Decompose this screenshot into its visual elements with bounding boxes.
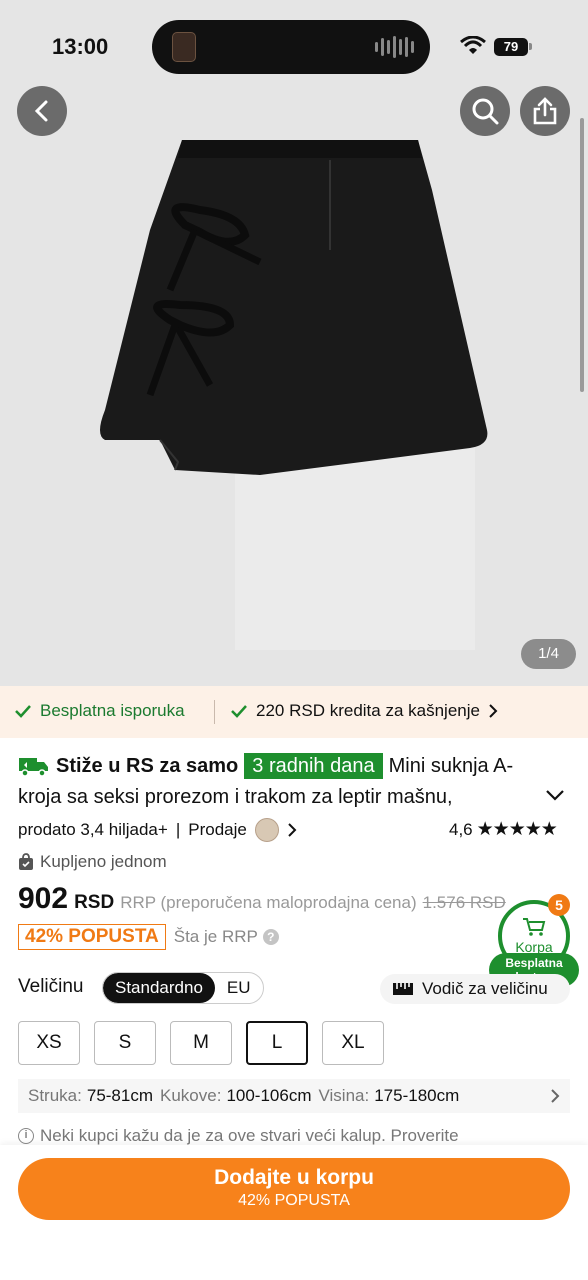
measurements-row[interactable]: Struka: 75-81cm Kukove: 100-106cm Visina… (18, 1079, 570, 1113)
expand-title-chevron-icon[interactable] (544, 788, 566, 802)
size-option-s[interactable]: S (94, 1021, 156, 1065)
shipping-prefix: Stiže u RS za samo (56, 755, 239, 777)
add-to-cart-button[interactable]: Dodajte u korpu 42% POPUSTA (18, 1158, 570, 1220)
scrollbar[interactable] (580, 118, 584, 392)
fit-note: i Neki kupci kažu da je za ove stvari ve… (18, 1126, 459, 1146)
image-counter: 1/4 (521, 639, 576, 669)
seller-label: Prodaje (188, 820, 247, 839)
search-icon (472, 98, 499, 125)
audio-wave-icon (375, 36, 414, 58)
fit-note-text: Neki kupci kažu da je za ove stvari veći… (40, 1126, 459, 1145)
size-option-l[interactable]: L (246, 1021, 308, 1065)
dynamic-island (152, 20, 430, 74)
discount-badge: 42% POPUSTA (18, 924, 166, 950)
wifi-icon (460, 36, 486, 54)
product-title-start: Mini suknja A- (388, 755, 514, 777)
waist-label: Struka: (28, 1086, 82, 1105)
waist-value: 75-81cm (86, 1086, 153, 1105)
add-to-cart-label: Dodajte u korpu (214, 1166, 374, 1189)
toggle-standard[interactable]: Standardno (103, 973, 215, 1003)
size-option-xs[interactable]: XS (18, 1021, 80, 1065)
share-button[interactable] (520, 86, 570, 136)
product-title-line-2: kroja sa seksi prorezom i trakom za lept… (18, 786, 453, 808)
check-icon (15, 705, 31, 718)
product-title-line-1: Stiže u RS za samo 3 radnih dana Mini su… (18, 751, 513, 781)
now-playing-artwork (172, 32, 196, 62)
search-button[interactable] (460, 86, 510, 136)
size-system-toggle[interactable]: Standardno EU (102, 972, 264, 1004)
delivery-truck-icon (19, 758, 48, 777)
cart-icon (523, 918, 546, 936)
rrp-info-link[interactable]: Šta je RRP ? (174, 927, 279, 947)
height-label: Visina: (318, 1086, 370, 1105)
size-option-m[interactable]: M (170, 1021, 232, 1065)
chevron-right-icon (551, 1089, 560, 1103)
chevron-right-icon (288, 823, 297, 837)
chevron-left-icon (34, 100, 48, 122)
discount-row: 42% POPUSTA Šta je RRP ? (18, 924, 279, 950)
size-guide-label: Vodič za veličinu (422, 979, 548, 998)
question-icon: ? (262, 929, 279, 945)
check-icon (231, 705, 247, 718)
rating[interactable]: 4,6 ★★★★★ (449, 818, 558, 841)
shipping-days-badge: 3 radnih dana (244, 753, 383, 779)
height-value: 175-180cm (374, 1086, 460, 1105)
sales-seller-row[interactable]: prodato 3,4 hiljada+ | Prodaje (18, 818, 297, 842)
size-label: Veličinu (18, 976, 84, 997)
price-row: 902 RSD RRP (preporučena maloprodajna ce… (18, 882, 506, 916)
share-icon (533, 97, 557, 125)
late-credit-benefit[interactable]: 220 RSD kredita za kašnjenje (230, 701, 498, 721)
battery-icon: 79 (494, 38, 528, 56)
cart-count-badge: 5 (548, 894, 570, 916)
back-button[interactable] (17, 86, 67, 136)
free-delivery-line1: Besplatna (505, 956, 563, 970)
separator: | (175, 820, 181, 839)
sold-count: prodato 3,4 hiljada+ (18, 820, 168, 839)
product-image-gallery[interactable]: 13:00 79 1/4 (0, 0, 588, 686)
rrp-info-label: Šta je RRP (173, 927, 258, 946)
free-shipping-label: Besplatna isporuka (40, 701, 185, 720)
toggle-eu[interactable]: EU (215, 973, 263, 1003)
chevron-right-icon (489, 704, 498, 718)
rrp-label: RRP (preporučena maloprodajna cena) (120, 893, 417, 912)
rating-value: 4,6 (449, 819, 473, 839)
price: 902 (18, 882, 69, 915)
info-icon: i (18, 1128, 34, 1144)
ruler-icon (393, 983, 413, 995)
status-time: 13:00 (52, 34, 109, 59)
size-option-xl[interactable]: XL (322, 1021, 384, 1065)
star-rating-icon: ★★★★★ (476, 819, 558, 840)
seller-avatar[interactable] (254, 818, 279, 842)
size-guide-button[interactable]: Vodič za veličinu (380, 974, 570, 1004)
size-options: XS S M L XL (18, 1021, 384, 1065)
shopping-bag-check-icon (19, 853, 33, 870)
currency: RSD (74, 892, 115, 913)
bottom-action-bar: Dodajte u korpu 42% POPUSTA (0, 1145, 588, 1280)
benefits-strip[interactable]: Besplatna isporuka 220 RSD kredita za ka… (0, 686, 588, 738)
rrp-price: 1.576 RSD (422, 893, 506, 912)
bought-indicator: Kupljeno jednom (18, 852, 167, 872)
free-shipping-benefit[interactable]: Besplatna isporuka (14, 701, 185, 721)
status-bar: 13:00 79 (0, 0, 588, 90)
hips-value: 100-106cm (226, 1086, 312, 1105)
add-to-cart-discount: 42% POPUSTA (238, 1192, 350, 1209)
bought-label: Kupljeno jednom (40, 852, 167, 871)
hips-label: Kukove: (160, 1086, 222, 1105)
battery-nub (529, 43, 532, 50)
late-credit-label: 220 RSD kredita za kašnjenje (256, 701, 480, 720)
divider (214, 700, 215, 724)
